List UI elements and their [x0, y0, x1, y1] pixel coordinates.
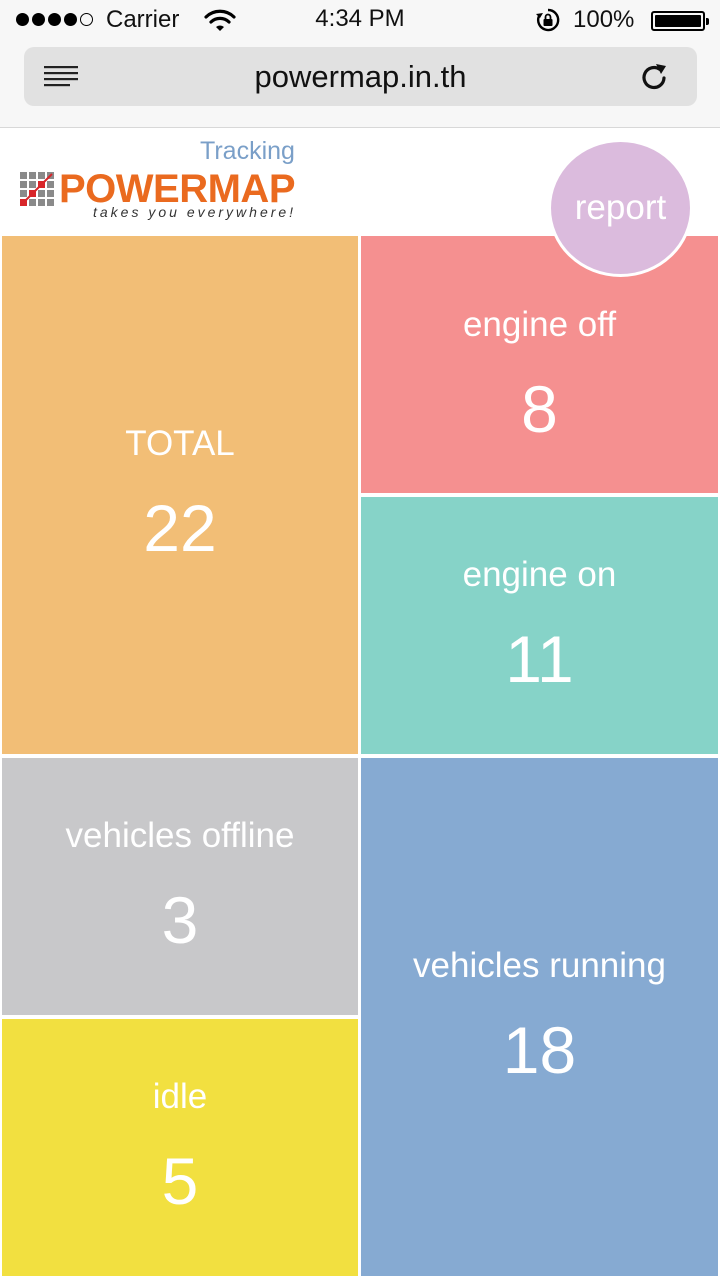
- total-tile[interactable]: TOTAL 22: [2, 236, 358, 754]
- status-bar: Carrier 4:34 PM 100%: [0, 0, 720, 40]
- browser-toolbar: powermap.in.th: [0, 40, 720, 128]
- battery-tip: [706, 18, 709, 25]
- tile-value: 22: [143, 491, 217, 565]
- tile-label: idle: [152, 1076, 208, 1116]
- tracking-label: Tracking: [200, 137, 295, 165]
- rotation-lock-icon: [536, 8, 560, 32]
- vehicles-running-tile[interactable]: vehicles running 18: [361, 758, 718, 1276]
- engine-off-tile[interactable]: engine off 8: [361, 236, 718, 493]
- tile-label: engine off: [462, 304, 617, 344]
- powermap-logo-icon: [20, 172, 54, 206]
- tile-label: engine on: [462, 554, 617, 594]
- tile-label: vehicles running: [413, 946, 666, 985]
- vehicles-offline-tile[interactable]: vehicles offline 3: [2, 758, 358, 1015]
- battery-percent: 100%: [573, 6, 635, 33]
- tile-value: 11: [505, 621, 574, 696]
- address-bar[interactable]: powermap.in.th: [24, 47, 697, 106]
- tile-value: 18: [502, 1013, 577, 1087]
- battery-level: [655, 15, 701, 27]
- reload-icon[interactable]: [639, 61, 671, 93]
- url-text[interactable]: powermap.in.th: [24, 59, 697, 95]
- engine-on-tile[interactable]: engine on 11: [361, 497, 718, 754]
- tile-label: vehicles offline: [65, 815, 295, 855]
- tile-label: TOTAL: [125, 424, 235, 463]
- tile-value: 3: [161, 882, 199, 957]
- tile-value: 5: [161, 1143, 199, 1218]
- logo-slogan: takes you everywhere!: [93, 204, 297, 220]
- report-button-label: report: [574, 188, 667, 227]
- report-button[interactable]: report: [548, 139, 693, 277]
- idle-tile[interactable]: idle 5: [2, 1019, 358, 1276]
- tile-value: 8: [521, 371, 558, 446]
- battery-icon: [651, 11, 709, 31]
